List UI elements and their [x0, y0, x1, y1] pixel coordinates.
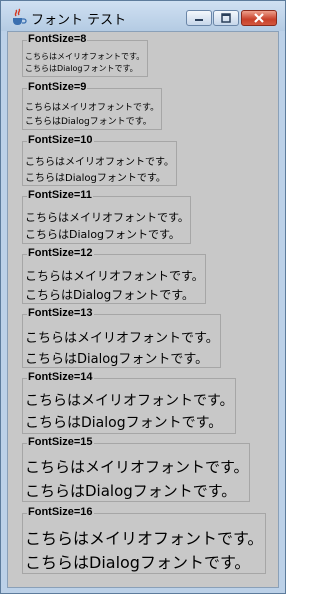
font-size-group: FontSize=11 こちらはメイリオフォントです。 こちらはDialogフォ…: [22, 189, 191, 244]
group-title: FontSize=14: [27, 371, 94, 384]
dialog-sample-text: こちらはDialogフォントです。: [25, 352, 209, 367]
font-size-group: FontSize=10 こちらはメイリオフォントです。 こちらはDialogフォ…: [22, 134, 177, 186]
group-title: FontSize=10: [27, 134, 94, 147]
meiryo-sample-text: こちらはメイリオフォントです。: [25, 103, 160, 113]
meiryo-sample-text: こちらはメイリオフォントです。: [25, 157, 174, 168]
meiryo-sample-text: こちらはメイリオフォントです。: [25, 393, 234, 409]
app-window: フォント テスト FontSize=8 こちらはメイリオフォントです。 こちらは…: [0, 0, 286, 594]
content-panel: FontSize=8 こちらはメイリオフォントです。 こちらはDialogフォン…: [7, 31, 279, 588]
meiryo-sample-text: こちらはメイリオフォントです。: [25, 211, 189, 224]
font-size-group: FontSize=14 こちらはメイリオフォントです。 こちらはDialogフォ…: [22, 371, 236, 434]
close-icon: [254, 13, 264, 23]
meiryo-sample-text: こちらはメイリオフォントです。: [25, 331, 219, 346]
title-bar[interactable]: フォント テスト: [1, 1, 285, 31]
dialog-sample-text: こちらはDialogフォントです。: [25, 288, 195, 302]
group-title: FontSize=15: [27, 436, 94, 449]
meiryo-sample-text: こちらはメイリオフォントです。: [25, 269, 204, 283]
java-cup-icon: [13, 8, 27, 25]
font-size-group: FontSize=13 こちらはメイリオフォントです。 こちらはDialogフォ…: [22, 307, 221, 368]
group-title: FontSize=13: [27, 307, 94, 320]
font-size-group: FontSize=9 こちらはメイリオフォントです。 こちらはDialogフォン…: [22, 81, 162, 130]
meiryo-sample-text: こちらはメイリオフォントです。: [25, 529, 264, 548]
group-title: FontSize=11: [27, 189, 93, 202]
dialog-sample-text: こちらはDialogフォントです。: [25, 117, 152, 127]
minimize-icon: [195, 19, 203, 21]
group-title: FontSize=9: [27, 81, 88, 94]
dialog-sample-text: こちらはDialogフォントです。: [25, 228, 180, 241]
font-size-group: FontSize=16 こちらはメイリオフォントです。 こちらはDialogフォ…: [22, 506, 266, 574]
dialog-sample-text: こちらはDialogフォントです。: [25, 415, 223, 431]
meiryo-sample-text: こちらはメイリオフォントです。: [25, 52, 145, 61]
dialog-sample-text: こちらはDialogフォントです。: [25, 482, 237, 500]
dialog-sample-text: こちらはDialogフォントです。: [25, 64, 138, 73]
window-title: フォント テスト: [31, 13, 127, 28]
group-title: FontSize=12: [27, 247, 94, 260]
close-button[interactable]: [241, 10, 277, 26]
group-title: FontSize=16: [27, 506, 94, 519]
maximize-icon: [221, 13, 231, 23]
group-title: FontSize=8: [27, 33, 88, 46]
dialog-sample-text: こちらはDialogフォントです。: [25, 553, 251, 572]
font-size-group: FontSize=12 こちらはメイリオフォントです。 こちらはDialogフォ…: [22, 247, 206, 304]
dialog-sample-text: こちらはDialogフォントです。: [25, 173, 166, 184]
meiryo-sample-text: こちらはメイリオフォントです。: [25, 458, 249, 476]
maximize-button[interactable]: [213, 10, 239, 26]
font-size-group: FontSize=15 こちらはメイリオフォントです。 こちらはDialogフォ…: [22, 436, 250, 502]
font-size-group: FontSize=8 こちらはメイリオフォントです。 こちらはDialogフォン…: [22, 33, 148, 77]
minimize-button[interactable]: [186, 10, 212, 26]
